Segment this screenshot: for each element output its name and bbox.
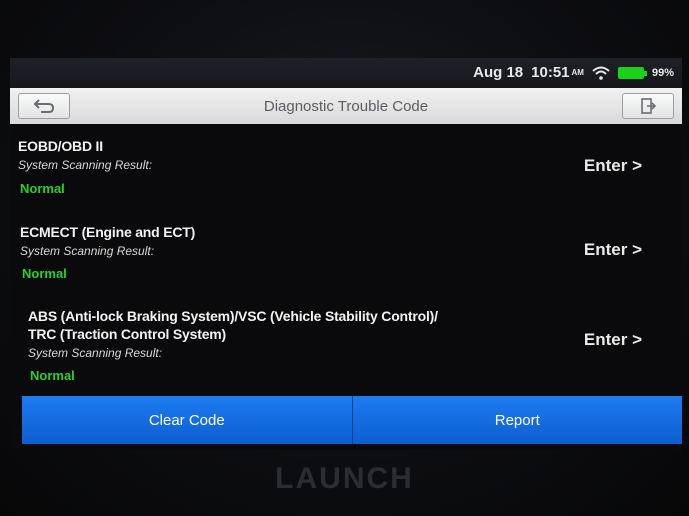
device-brand-logo: LAUNCH [275, 462, 414, 495]
system-status: Normal [22, 266, 67, 281]
status-time: 10:51 [531, 64, 570, 81]
system-item-abs[interactable]: ABS (Anti-lock Braking System)/VSC (Vehi… [10, 298, 682, 398]
device-frame: Aug 18 10:51 AM 99% Diagnostic Trouble C… [0, 0, 689, 516]
battery-icon [617, 66, 647, 79]
wifi-icon [592, 66, 610, 80]
exit-button[interactable] [622, 93, 674, 119]
title-bar: Diagnostic Trouble Code [10, 88, 682, 124]
system-scan-label: System Scanning Result: [20, 244, 155, 258]
enter-button[interactable]: Enter > [584, 156, 642, 176]
report-button[interactable]: Report [352, 396, 682, 444]
status-bar: Aug 18 10:51 AM 99% [10, 58, 682, 88]
clear-code-button[interactable]: Clear Code [22, 396, 353, 444]
system-name: ABS (Anti-lock Braking System)/VSC (Vehi… [28, 308, 438, 324]
enter-button[interactable]: Enter > [584, 330, 642, 350]
system-name-line2: TRC (Traction Control System) [28, 326, 226, 342]
system-name: ECMECT (Engine and ECT) [20, 224, 196, 240]
enter-button[interactable]: Enter > [584, 240, 642, 260]
system-item-eobd[interactable]: EOBD/OBD II System Scanning Result: Norm… [10, 130, 682, 210]
screen: Aug 18 10:51 AM 99% Diagnostic Trouble C… [10, 58, 682, 450]
system-scan-label: System Scanning Result: [18, 158, 153, 172]
status-ampm: AM [571, 68, 584, 77]
system-scan-label: System Scanning Result: [28, 346, 163, 360]
battery-percent: 99% [651, 66, 674, 79]
system-status: Normal [30, 368, 75, 383]
page-title: Diagnostic Trouble Code [263, 98, 429, 115]
exit-icon [641, 98, 657, 114]
system-item-ecmect[interactable]: ECMECT (Engine and ECT) System Scanning … [10, 216, 682, 296]
status-date: Aug 18 [473, 64, 524, 81]
system-name: EOBD/OBD II [18, 138, 103, 154]
system-status: Normal [20, 181, 65, 196]
action-bar: Clear Code Report [22, 396, 682, 444]
